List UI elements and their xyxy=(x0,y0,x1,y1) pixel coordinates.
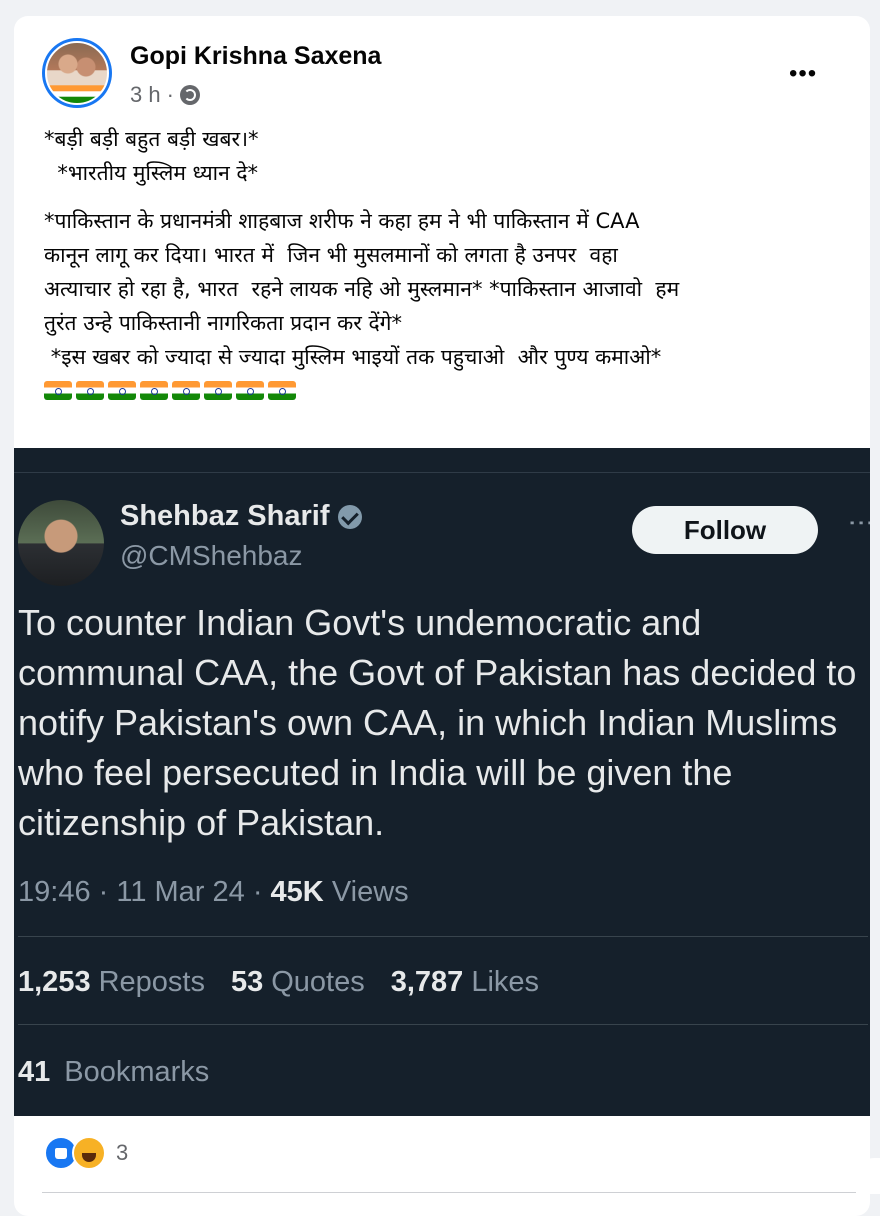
footer-divider xyxy=(42,1192,870,1193)
post-text-line: अत्याचार हो रहा है, भारत रहने लायक नहि ओ… xyxy=(44,277,680,301)
india-flags-row xyxy=(44,374,844,408)
tweet-avatar xyxy=(18,500,104,586)
author-name[interactable]: Gopi Krishna Saxena xyxy=(130,42,381,71)
views-count: 45K xyxy=(270,876,324,908)
likes-stat: 3,787 Likes xyxy=(391,966,539,999)
meta-separator: · xyxy=(166,82,174,107)
india-flag-icon xyxy=(236,381,264,400)
india-flag-icon xyxy=(204,381,232,400)
likes-count: 3,787 xyxy=(390,966,464,998)
india-flag-icon xyxy=(44,381,72,400)
post-time[interactable]: 3 h xyxy=(130,82,161,108)
post-card: Gopi Krishna Saxena 3 h · ••• *बड़ी बड़ी… xyxy=(14,16,870,1216)
post-more-button[interactable]: ••• xyxy=(789,60,817,88)
tweet-timestamp: 19:46 · 11 Mar 24 · 45K Views xyxy=(18,876,409,909)
post-text-line: *बड़ी बड़ी बहुत बड़ी खबर।* xyxy=(44,127,259,151)
india-flag-icon xyxy=(108,381,136,400)
post-meta: 3 h · xyxy=(130,82,200,108)
post-text-line: *इस खबर को ज्यादा से ज्यादा मुस्लिम भाइय… xyxy=(44,345,662,369)
tweet-time: 19:46 · 11 Mar 24 · xyxy=(18,876,271,908)
post-text-line: कानून लागू कर दिया। भारत में जिन भी मुसल… xyxy=(44,243,618,267)
tweet-divider xyxy=(18,1024,868,1025)
likes-label: Likes xyxy=(471,966,540,998)
tweet-text: To counter Indian Govt's undemocratic an… xyxy=(18,602,857,843)
verified-badge-icon xyxy=(337,504,362,529)
page-corner xyxy=(856,1158,880,1194)
bookmarks-label: Bookmarks xyxy=(64,1056,210,1088)
haha-reaction-icon xyxy=(72,1136,106,1170)
tweet-top-border xyxy=(14,472,870,473)
reactions-summary[interactable]: 3 xyxy=(44,1136,128,1170)
reaction-count: 3 xyxy=(116,1140,129,1165)
india-flag-icon xyxy=(140,381,168,400)
tweet-divider xyxy=(18,936,868,937)
quotes-label: Quotes xyxy=(271,966,365,998)
quotes-count: 53 xyxy=(230,966,264,998)
tweet-stats: 1,253 Reposts 53 Quotes 3,787 Likes xyxy=(18,966,539,999)
views-label: Views xyxy=(331,876,409,908)
follow-button: Follow xyxy=(632,506,818,554)
post-header: Gopi Krishna Saxena 3 h · ••• xyxy=(14,16,870,116)
reposts-label: Reposts xyxy=(98,966,205,998)
avatar-photo xyxy=(45,41,109,105)
reposts-count: 1,253 xyxy=(18,966,91,998)
globe-icon xyxy=(179,85,200,105)
reposts-stat: 1,253 Reposts xyxy=(18,966,205,999)
tweet-more-icon: ⋮ xyxy=(847,510,870,536)
bookmarks-stat: 41 Bookmarks xyxy=(18,1056,209,1089)
tweet-screenshot[interactable]: Shehbaz Sharif @CMShehbaz Follow ⋮ To co… xyxy=(14,448,870,1116)
india-flag-icon xyxy=(172,381,200,400)
tweet-author: Shehbaz Sharif xyxy=(120,500,362,533)
quotes-stat: 53 Quotes xyxy=(231,966,365,999)
post-text: *बड़ी बड़ी बहुत बड़ी खबर।* *भारतीय मुस्ल… xyxy=(44,122,844,408)
post-text-line: *पाकिस्तान के प्रधानमंत्री शाहबाज शरीफ न… xyxy=(44,209,640,233)
india-flag-icon xyxy=(76,381,104,400)
tweet-handle: @CMShehbaz xyxy=(120,540,303,571)
india-flag-icon xyxy=(268,381,296,400)
bookmarks-count: 41 xyxy=(18,1056,51,1088)
post-text-line: तुरंत उन्हे पाकिस्तानी नागरिकता प्रदान क… xyxy=(44,311,402,335)
author-avatar[interactable] xyxy=(42,38,112,108)
tweet-author-name: Shehbaz Sharif xyxy=(120,500,330,532)
post-text-line: *भारतीय मुस्लिम ध्यान दे* xyxy=(44,161,259,185)
